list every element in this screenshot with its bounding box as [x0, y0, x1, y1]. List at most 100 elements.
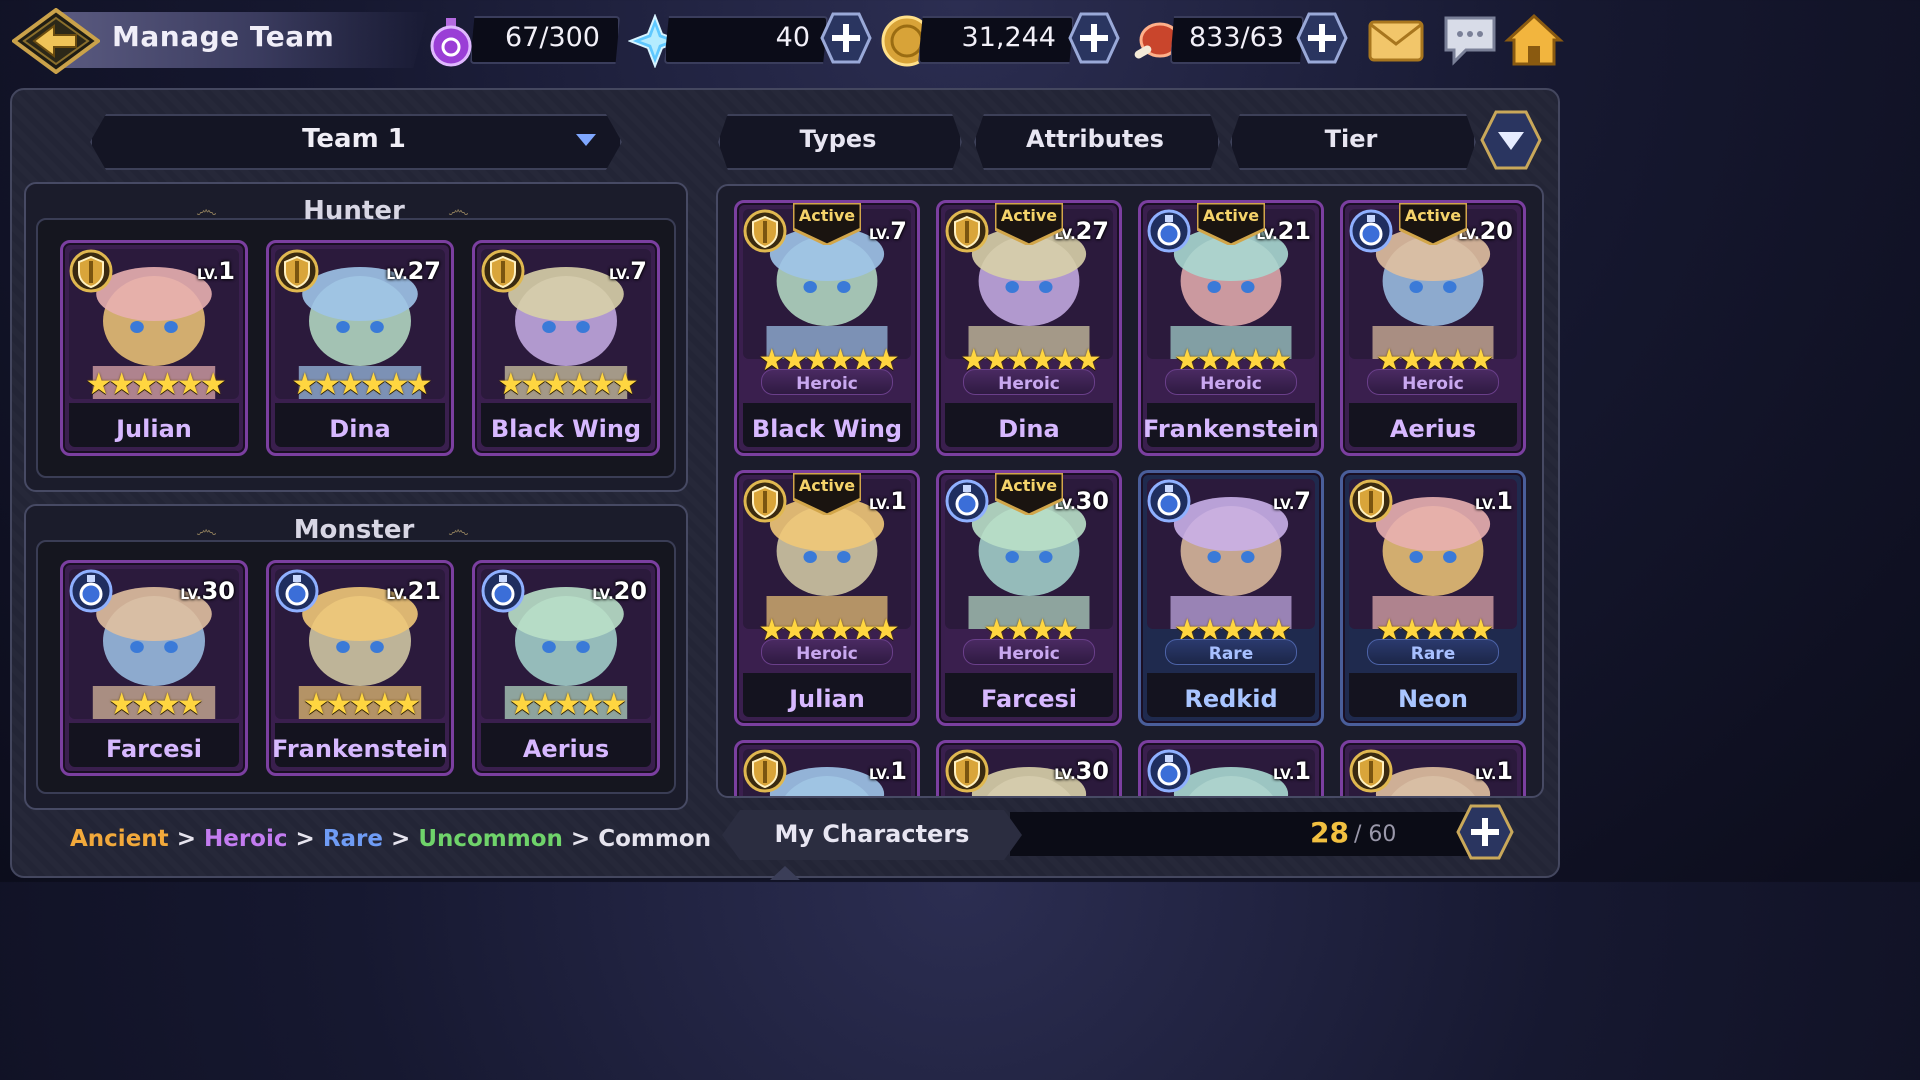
tier-filter-label: Tier	[1324, 125, 1378, 153]
character-name: Aerius	[522, 735, 610, 763]
active-label: Active	[1404, 206, 1462, 225]
level-label: LV.27	[386, 257, 441, 285]
level-label: LV.20	[592, 577, 647, 605]
star-rating: ★★★★★★	[85, 367, 226, 402]
back-arrow-icon[interactable]	[12, 8, 100, 74]
tier-label: Rare	[1208, 644, 1254, 664]
hunter-class-icon	[481, 249, 525, 293]
hunter-section-title: Hunter	[303, 196, 405, 226]
add-gold-button[interactable]	[1068, 12, 1120, 64]
star-rating: ★★★★★	[302, 687, 421, 722]
legend-sep: >	[570, 826, 591, 852]
chat-icon[interactable]	[1440, 12, 1500, 68]
level-label: LV.1	[1272, 757, 1311, 785]
character-name: Black Wing	[751, 415, 903, 443]
star-rating: ★★★★★	[508, 687, 627, 722]
star-rating: ★★★★★★	[291, 367, 432, 402]
monster-class-icon	[69, 569, 113, 613]
monster-class-icon	[275, 569, 319, 613]
legend-rare: Rare	[322, 826, 383, 852]
hunter-slot-card[interactable]: LV.1 ★★★★★★ Julian	[60, 240, 248, 456]
character-name: Farcesi	[105, 735, 203, 763]
legend-sep: >	[391, 826, 411, 852]
team-select-label: Team 1	[302, 124, 406, 154]
tier-label: Heroic	[998, 644, 1060, 664]
monster-class-icon	[1147, 749, 1191, 793]
gem-value: 40	[775, 22, 810, 53]
character-name: Dina	[998, 415, 1060, 443]
character-count-max: / 60	[1354, 822, 1397, 847]
scroll-indicator-icon	[770, 866, 800, 880]
cloud-ornament-left: ෴	[196, 198, 217, 223]
tier-label: Heroic	[998, 374, 1060, 394]
hunter-class-icon	[1349, 479, 1393, 523]
hunter-class-icon	[69, 249, 113, 293]
stamina-potion-icon	[430, 18, 472, 67]
level-label: LV.30	[180, 577, 235, 605]
page-title: Manage Team	[112, 20, 335, 53]
level-label: LV.30	[1054, 757, 1109, 785]
monster-class-icon	[1147, 479, 1191, 523]
roster-character-card[interactable]: LV.1	[1138, 740, 1324, 796]
tier-label: Heroic	[1200, 374, 1262, 394]
roster-character-card[interactable]: LV.1 Active ★★★★★★ Heroic Julian	[734, 470, 920, 726]
roster-character-card[interactable]: LV.7 ★★★★★ Rare Redkid	[1138, 470, 1324, 726]
active-label: Active	[1000, 206, 1058, 225]
tier-legend: Ancient > Heroic > Rare > Uncommon > Com…	[70, 826, 711, 852]
sort-order-button[interactable]	[1480, 110, 1542, 170]
roster-character-card[interactable]: LV.21 Active ★★★★★ Heroic Frankenstein	[1138, 200, 1324, 456]
legend-uncommon: Uncommon	[418, 826, 563, 852]
roster-character-card[interactable]: LV.1	[1340, 740, 1526, 796]
level-label: LV.1	[1474, 757, 1513, 785]
tier-label: Rare	[1410, 644, 1456, 664]
level-label: LV.21	[386, 577, 441, 605]
hunter-class-icon	[945, 749, 989, 793]
mail-icon[interactable]	[1366, 12, 1426, 68]
character-name: Frankenstein	[1142, 415, 1319, 443]
monster-slot-card[interactable]: LV.30 ★★★★ Farcesi	[60, 560, 248, 776]
home-icon[interactable]	[1504, 12, 1564, 68]
character-name: Julian	[789, 685, 865, 713]
add-gems-button[interactable]	[820, 12, 872, 64]
monster-slot-card[interactable]: LV.21 ★★★★★ Frankenstein	[266, 560, 454, 776]
monster-class-icon	[481, 569, 525, 613]
roster-character-card[interactable]: LV.27 Active ★★★★★★ Heroic Dina	[936, 200, 1122, 456]
gold-value: 31,244	[961, 22, 1056, 53]
character-name: Neon	[1398, 685, 1468, 713]
roster-character-card[interactable]: LV.7 Active ★★★★★★ Heroic Black Wing	[734, 200, 920, 456]
hunter-slot-card[interactable]: LV.27 ★★★★★★ Dina	[266, 240, 454, 456]
add-food-button[interactable]	[1296, 12, 1348, 64]
hunter-slot-card[interactable]: LV.7 ★★★★★★ Black Wing	[472, 240, 660, 456]
roster-character-card[interactable]: LV.1	[734, 740, 920, 796]
level-label: LV.7	[1272, 487, 1311, 515]
types-filter-label: Types	[799, 125, 877, 153]
food-value: 833/63	[1189, 22, 1284, 53]
legend-sep: >	[176, 826, 196, 852]
hunter-class-icon	[743, 749, 787, 793]
character-name: Frankenstein	[271, 735, 448, 763]
star-rating: ★★★★	[108, 687, 204, 722]
expand-slots-button[interactable]	[1456, 804, 1514, 860]
character-count-bar	[1010, 812, 1480, 856]
roster-character-card[interactable]: LV.30	[936, 740, 1122, 796]
active-label: Active	[798, 206, 856, 225]
cloud-ornament-left: ෴	[196, 518, 217, 543]
level-label: LV.1	[868, 757, 907, 785]
character-roster-panel: LV.7 Active ★★★★★★ Heroic Black Wing LV.27 Act…	[716, 184, 1544, 798]
hunter-class-icon	[275, 249, 319, 293]
character-name: Aerius	[1389, 415, 1477, 443]
monster-slot-card[interactable]: LV.20 ★★★★★ Aerius	[472, 560, 660, 776]
level-label: LV.1	[1474, 487, 1513, 515]
roster-character-card[interactable]: LV.20 Active ★★★★★ Heroic Aerius	[1340, 200, 1526, 456]
level-label: LV.1	[196, 257, 235, 285]
legend-sep: >	[295, 826, 315, 852]
character-name: Julian	[116, 415, 192, 443]
character-count-current: 28	[1310, 816, 1349, 849]
character-name: Redkid	[1184, 685, 1278, 713]
star-rating: ★★★★★★	[497, 367, 638, 402]
my-characters-label: My Characters	[774, 820, 970, 848]
roster-character-card[interactable]: LV.1 ★★★★★ Rare Neon	[1340, 470, 1526, 726]
stamina-value: 67/300	[505, 22, 600, 53]
roster-character-card[interactable]: LV.30 Active ★★★★ Heroic Farcesi	[936, 470, 1122, 726]
legend-heroic: Heroic	[203, 826, 288, 852]
